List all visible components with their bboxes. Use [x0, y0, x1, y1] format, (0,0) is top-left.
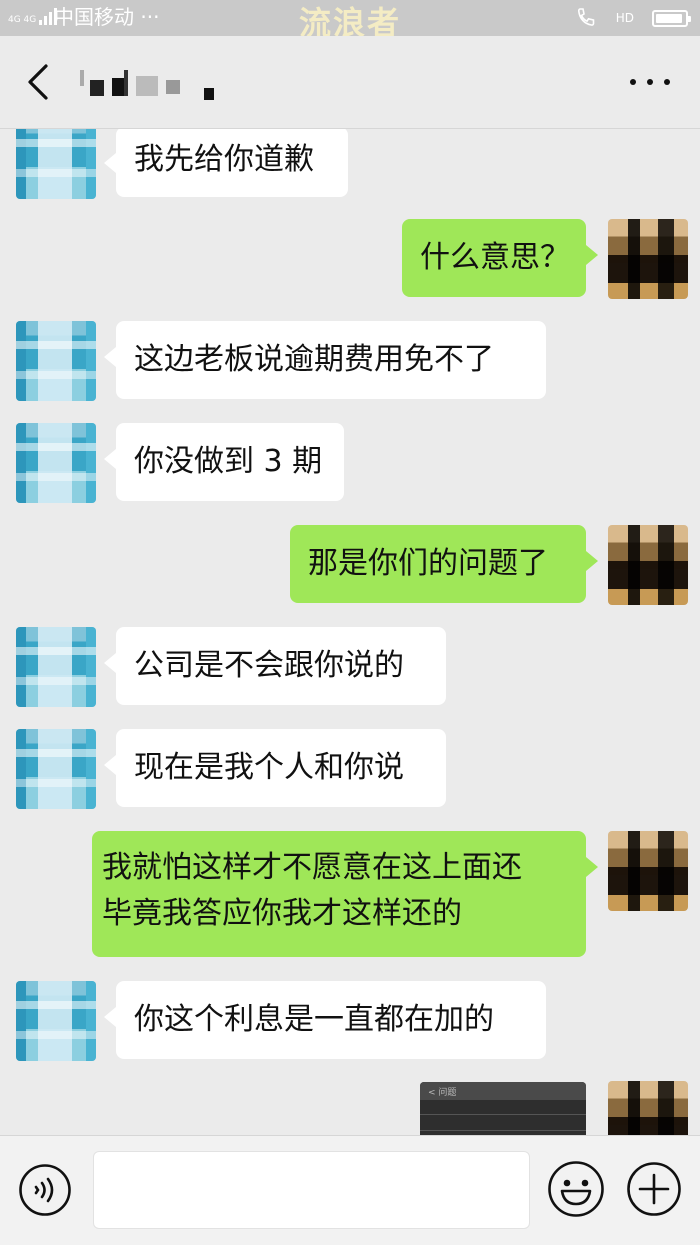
incoming-message: 现在是我个人和你说	[104, 729, 446, 807]
outgoing-message: 那是你们的问题了	[290, 525, 598, 603]
blurred-contact-name	[80, 66, 230, 102]
my-avatar[interactable]	[608, 831, 688, 911]
plus-icon[interactable]	[626, 1161, 682, 1217]
my-avatar[interactable]	[608, 1081, 688, 1135]
incoming-message: 我先给你道歉	[104, 129, 348, 197]
image-message[interactable]: < 问题	[420, 1082, 586, 1135]
incoming-message: 你没做到 3 期	[104, 423, 344, 501]
contact-avatar[interactable]	[16, 129, 96, 199]
my-avatar[interactable]	[608, 219, 688, 299]
contact-avatar[interactable]	[16, 627, 96, 707]
image-message-caption: < 问题	[428, 1088, 457, 1098]
contact-avatar[interactable]	[16, 981, 96, 1061]
incoming-message: 这边老板说逾期费用免不了	[104, 321, 546, 399]
voice-icon[interactable]	[18, 1163, 72, 1217]
contact-avatar[interactable]	[16, 729, 96, 809]
outgoing-message: 我就怕这样才不愿意在这上面还 毕竟我答应你我才这样还的	[92, 831, 598, 957]
incoming-message: 你这个利息是一直都在加的	[104, 981, 546, 1059]
incoming-message: 公司是不会跟你说的	[104, 627, 446, 705]
hd-indicator: HD	[615, 11, 634, 25]
status-bar: 4G 4G 中国移动 ··· 流浪者 HD	[0, 0, 700, 42]
more-icon[interactable]	[630, 72, 670, 92]
my-avatar[interactable]	[608, 525, 688, 605]
message-input[interactable]	[93, 1151, 530, 1229]
emoji-icon[interactable]	[547, 1160, 605, 1218]
contact-avatar[interactable]	[16, 321, 96, 401]
input-bar	[0, 1135, 700, 1245]
chat-header	[0, 36, 700, 129]
contact-avatar[interactable]	[16, 423, 96, 503]
call-icon	[577, 8, 595, 26]
back-icon[interactable]	[18, 58, 66, 106]
message-list[interactable]: 我先给你道歉 什么意思？ 这边老板说逾期费用免不了 你没做到 3 期 那是你们的…	[0, 129, 700, 1135]
outgoing-message: 什么意思？	[402, 219, 598, 297]
battery-icon	[652, 9, 691, 27]
